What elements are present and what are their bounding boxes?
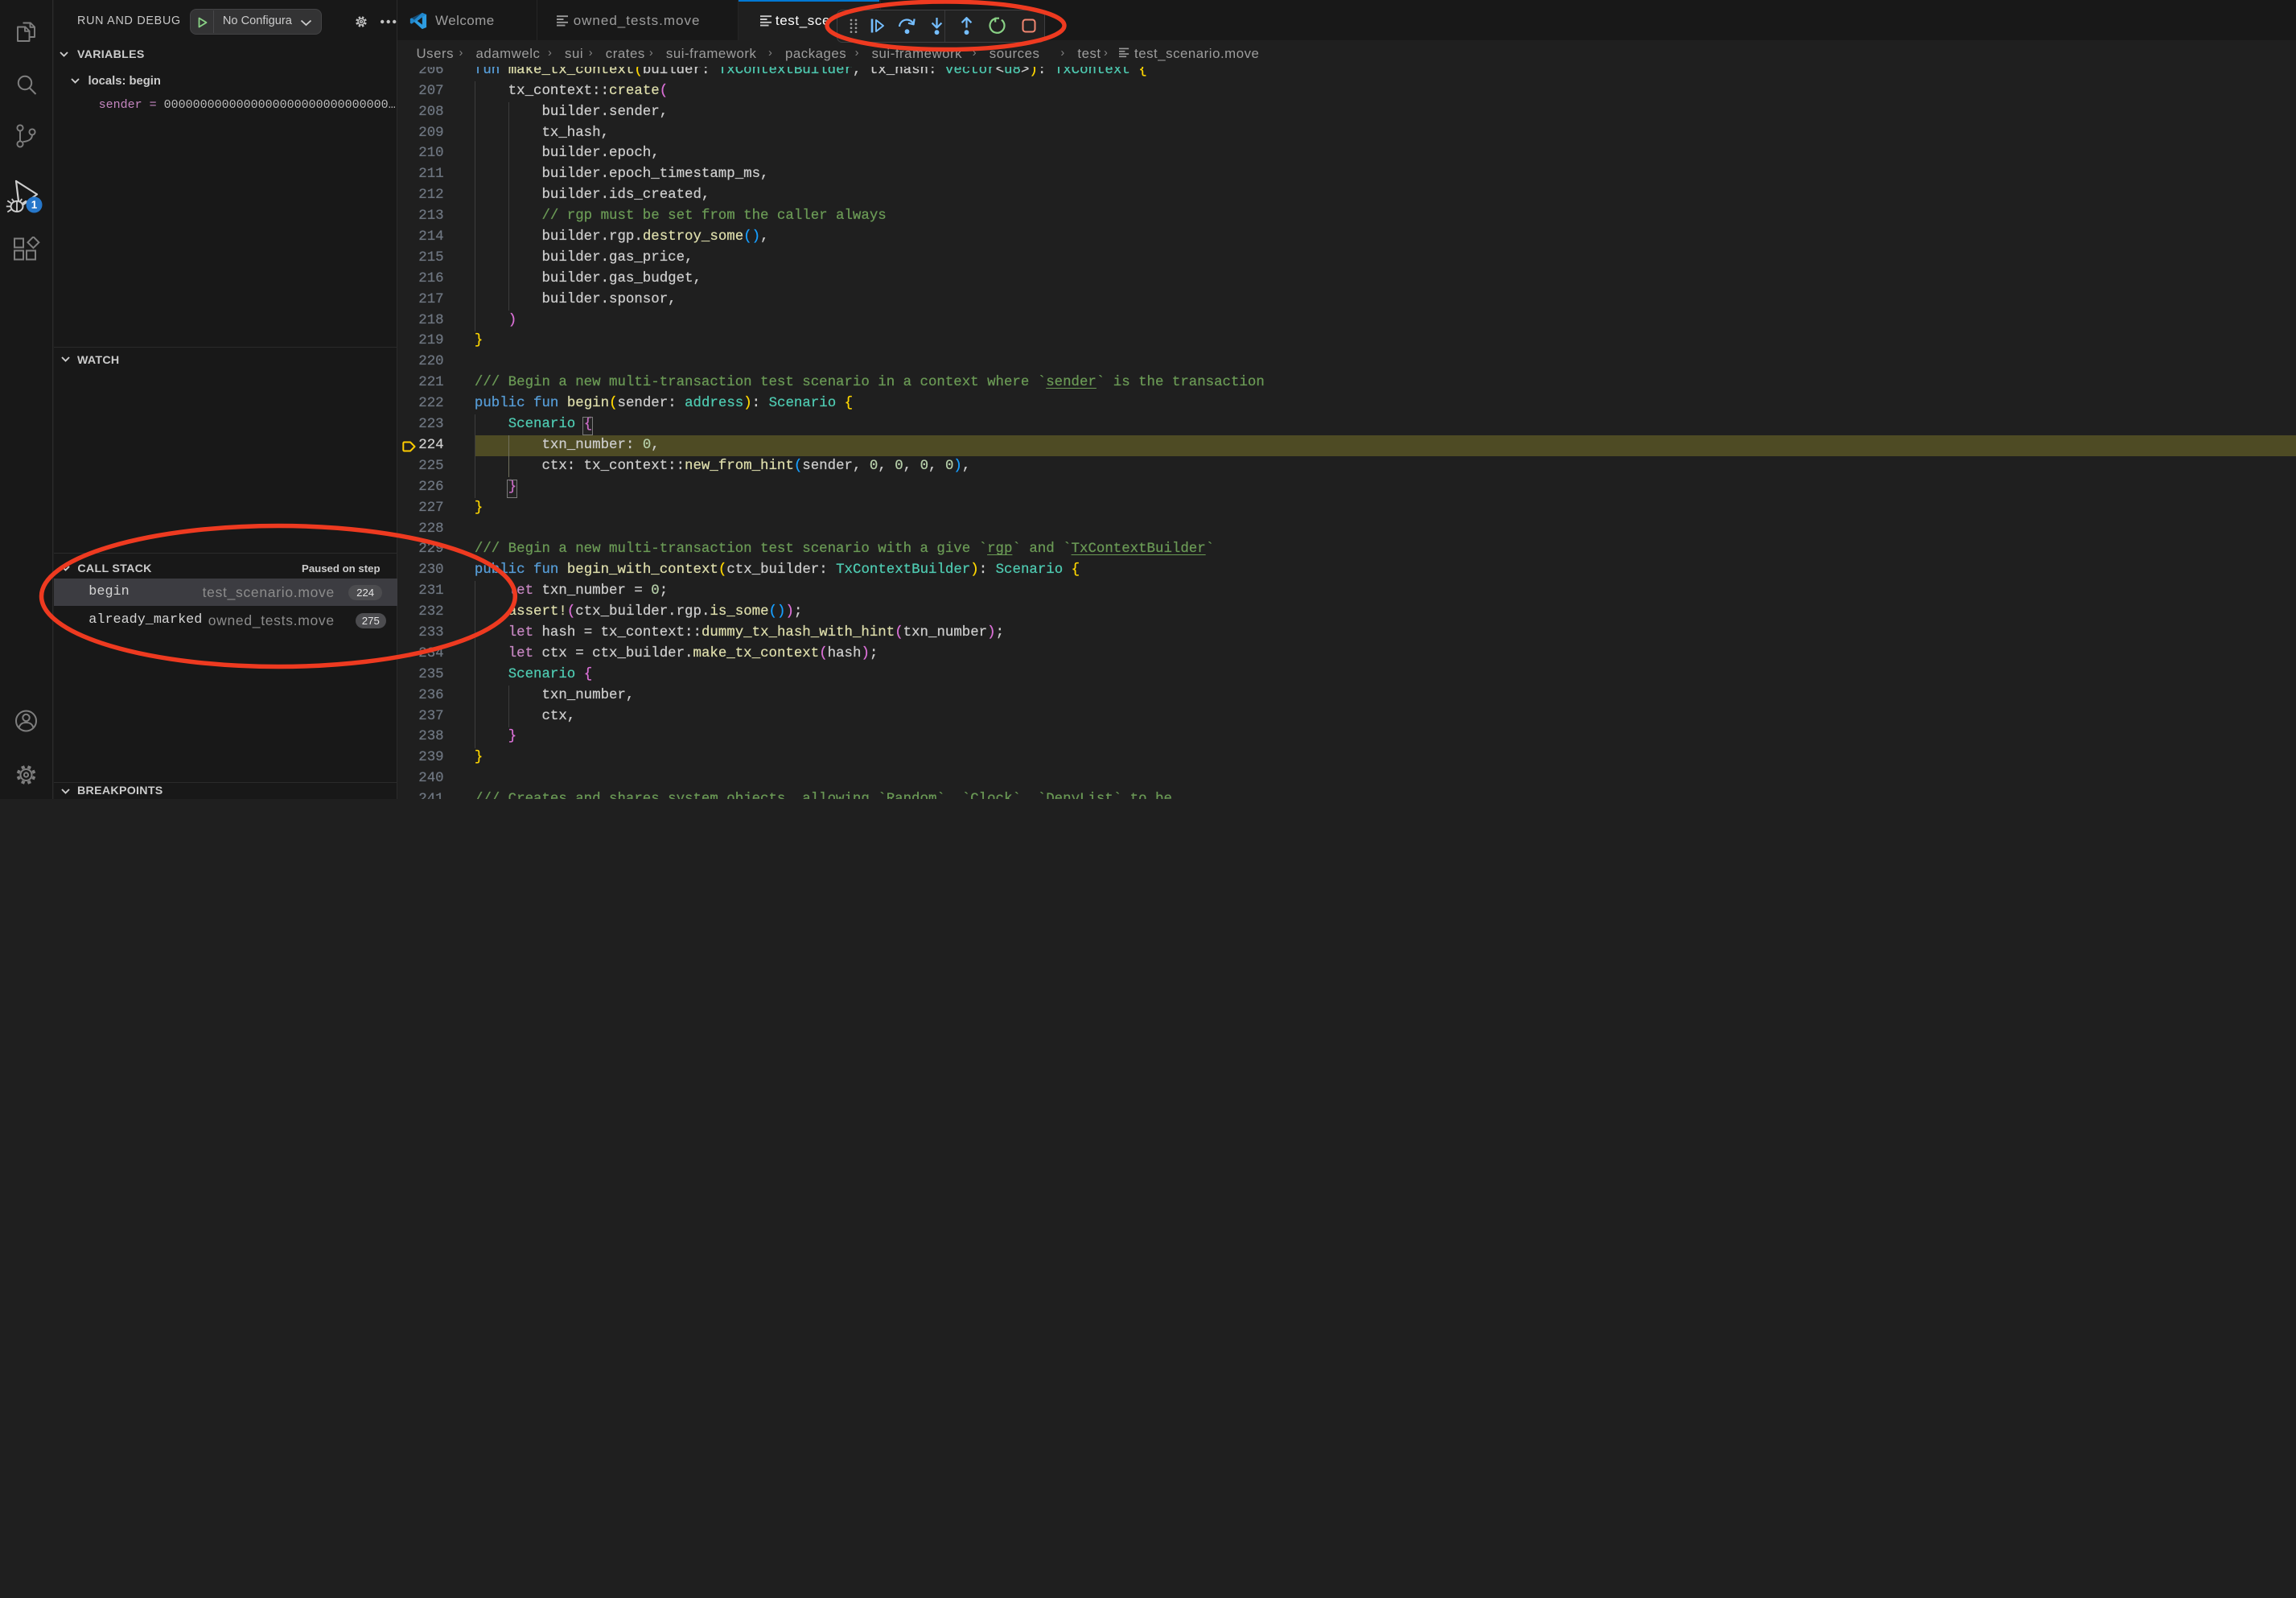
svg-text:1: 1 (31, 199, 38, 211)
